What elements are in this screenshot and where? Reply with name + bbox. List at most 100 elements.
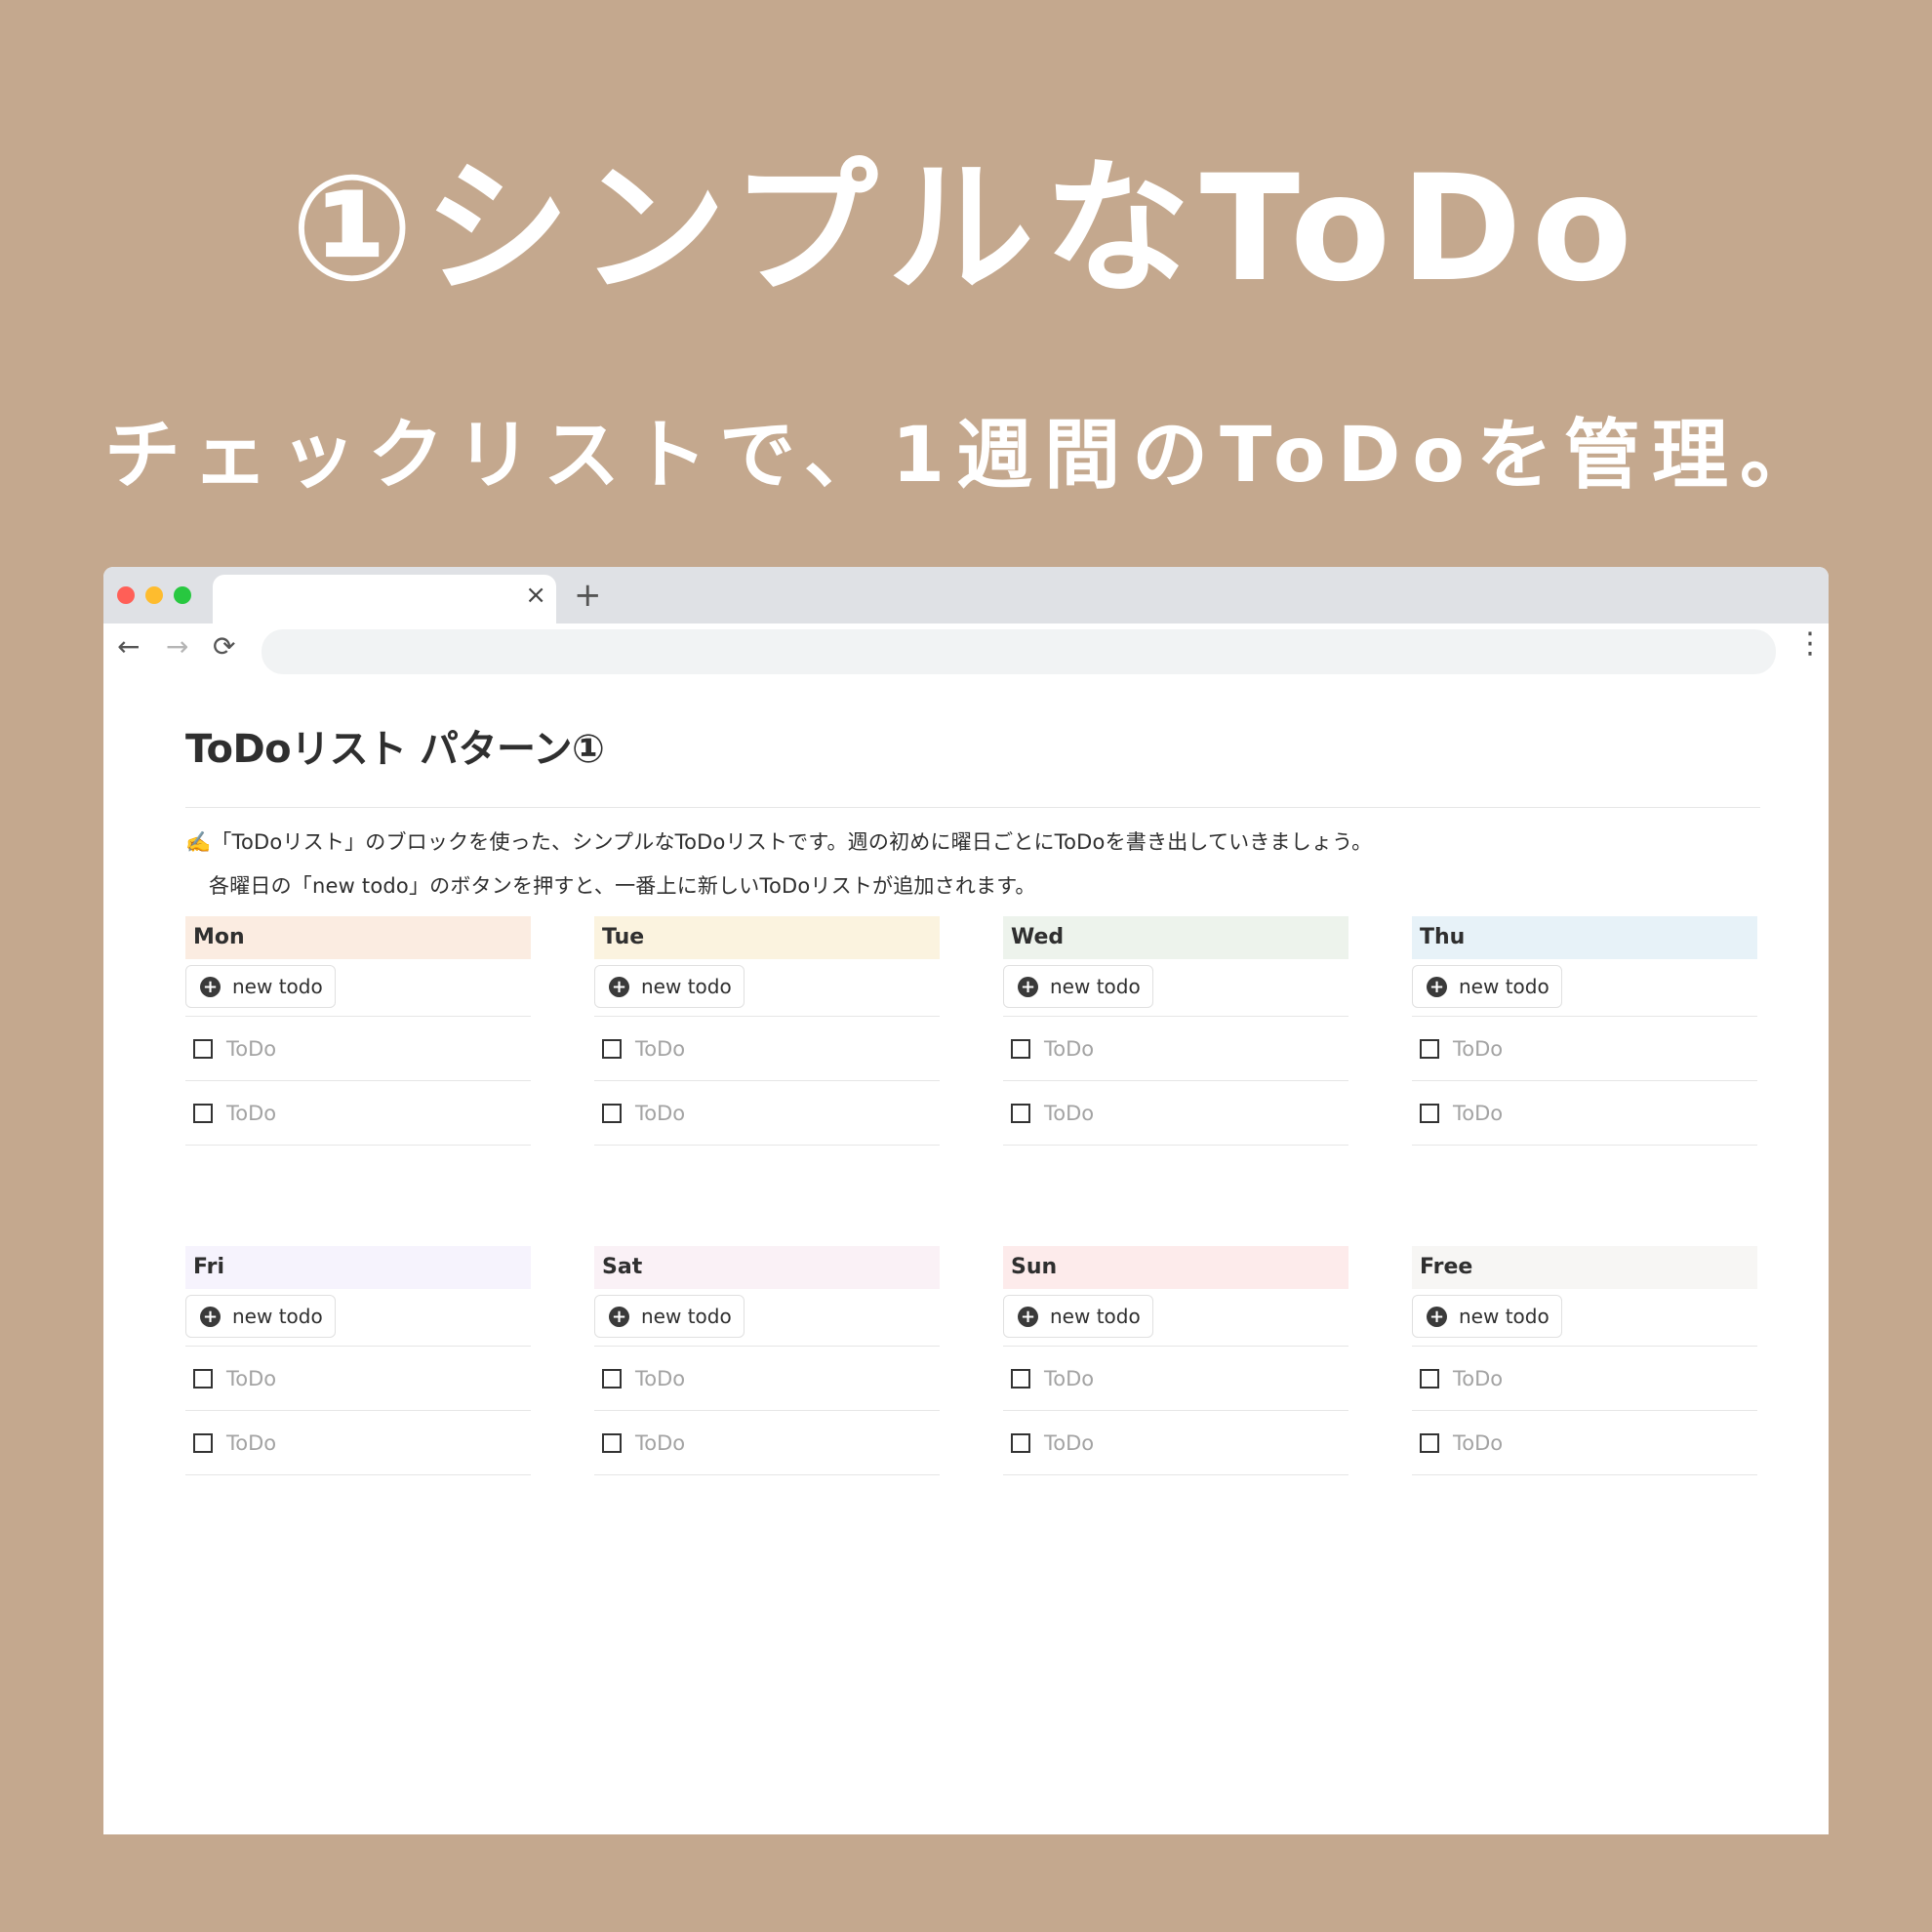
todo-text[interactable]: ToDo <box>635 1102 685 1125</box>
new-todo-label: new todo <box>232 1305 323 1328</box>
todo-text[interactable]: ToDo <box>1044 1367 1094 1390</box>
checkbox[interactable] <box>193 1432 213 1453</box>
todo-text[interactable]: ToDo <box>1453 1431 1503 1455</box>
new-todo-label: new todo <box>1050 975 1141 998</box>
day-column-tue: Tue + new todo ToDo ToDo <box>594 916 940 1146</box>
todo-list: ToDo ToDo <box>594 1017 940 1146</box>
new-todo-button[interactable]: + new todo <box>594 1295 745 1338</box>
todo-item: ToDo <box>594 1347 940 1411</box>
todo-text[interactable]: ToDo <box>226 1037 276 1061</box>
back-arrow-icon[interactable]: ← <box>117 633 140 661</box>
todo-text[interactable]: ToDo <box>226 1367 276 1390</box>
new-todo-button[interactable]: + new todo <box>594 965 745 1008</box>
browser-tab[interactable]: × <box>213 575 556 625</box>
plus-circle-icon: + <box>1018 976 1038 997</box>
todo-item: ToDo <box>1412 1347 1757 1411</box>
checkbox[interactable] <box>193 1038 213 1059</box>
todo-item: ToDo <box>185 1347 531 1411</box>
todo-item: ToDo <box>1412 1017 1757 1081</box>
todo-item: ToDo <box>1003 1411 1348 1475</box>
new-todo-button[interactable]: + new todo <box>1003 1295 1153 1338</box>
todo-item: ToDo <box>594 1017 940 1081</box>
checkbox[interactable] <box>193 1368 213 1389</box>
todo-text[interactable]: ToDo <box>635 1037 685 1061</box>
todo-list: ToDo ToDo <box>185 1347 531 1475</box>
page-title: ToDoリスト パターン① <box>185 727 605 772</box>
todo-text[interactable]: ToDo <box>635 1367 685 1390</box>
checkbox[interactable] <box>1011 1368 1030 1389</box>
todo-list: ToDo ToDo <box>1412 1347 1757 1475</box>
description-line-2: 各曜日の「new todo」のボタンを押すと、一番上に新しいToDoリストが追加… <box>209 874 1036 898</box>
todo-text[interactable]: ToDo <box>1044 1102 1094 1125</box>
day-header-mon: Mon <box>185 916 531 959</box>
checkbox[interactable] <box>1420 1038 1439 1059</box>
checkbox[interactable] <box>193 1103 213 1123</box>
day-header-thu: Thu <box>1412 916 1757 959</box>
todo-list: ToDo ToDo <box>185 1017 531 1146</box>
todo-list: ToDo ToDo <box>1003 1347 1348 1475</box>
checkbox[interactable] <box>602 1368 622 1389</box>
day-column-fri: Fri + new todo ToDo ToDo <box>185 1246 531 1475</box>
todo-text[interactable]: ToDo <box>1044 1431 1094 1455</box>
description-line-1: ✍️「ToDoリスト」のブロックを使った、シンプルなToDoリストです。週の初め… <box>185 830 1373 854</box>
checkbox[interactable] <box>1420 1432 1439 1453</box>
close-icon[interactable]: × <box>525 583 546 608</box>
checkbox[interactable] <box>1011 1432 1030 1453</box>
forward-arrow-icon[interactable]: → <box>166 633 188 661</box>
checkbox[interactable] <box>1011 1103 1030 1123</box>
checkbox[interactable] <box>1011 1038 1030 1059</box>
day-header-wed: Wed <box>1003 916 1348 959</box>
day-column-sat: Sat + new todo ToDo ToDo <box>594 1246 940 1475</box>
new-todo-button[interactable]: + new todo <box>185 1295 336 1338</box>
browser-window: × + ← → ⟳ ⋮ ToDoリスト パターン① ✍️「ToDoリスト」のブロ… <box>103 567 1829 1834</box>
new-todo-label: new todo <box>1050 1305 1141 1328</box>
day-header-sat: Sat <box>594 1246 940 1289</box>
new-todo-button[interactable]: + new todo <box>185 965 336 1008</box>
headline: ①シンプルなToDo <box>290 144 1642 314</box>
new-tab-icon[interactable]: + <box>574 579 602 612</box>
address-bar[interactable] <box>262 629 1776 674</box>
new-todo-button[interactable]: + new todo <box>1412 1295 1562 1338</box>
todo-text[interactable]: ToDo <box>1453 1102 1503 1125</box>
new-todo-label: new todo <box>641 975 732 998</box>
new-todo-label: new todo <box>1459 1305 1550 1328</box>
todo-list: ToDo ToDo <box>1003 1017 1348 1146</box>
menu-dots-icon[interactable]: ⋮ <box>1795 629 1825 659</box>
todo-text[interactable]: ToDo <box>1453 1367 1503 1390</box>
todo-item: ToDo <box>1412 1411 1757 1475</box>
todo-text[interactable]: ToDo <box>226 1102 276 1125</box>
reload-icon[interactable]: ⟳ <box>213 633 235 661</box>
todo-item: ToDo <box>594 1081 940 1146</box>
day-header-tue: Tue <box>594 916 940 959</box>
checkbox[interactable] <box>1420 1368 1439 1389</box>
todo-text[interactable]: ToDo <box>1044 1037 1094 1061</box>
minimize-window-light[interactable] <box>145 586 163 604</box>
maximize-window-light[interactable] <box>174 586 191 604</box>
day-column-sun: Sun + new todo ToDo ToDo <box>1003 1246 1348 1475</box>
browser-toolbar: ← → ⟳ ⋮ <box>103 624 1829 682</box>
todo-list: ToDo ToDo <box>594 1347 940 1475</box>
todo-text[interactable]: ToDo <box>226 1431 276 1455</box>
todo-text[interactable]: ToDo <box>635 1431 685 1455</box>
day-column-free: Free + new todo ToDo ToDo <box>1412 1246 1757 1475</box>
close-window-light[interactable] <box>117 586 135 604</box>
checkbox[interactable] <box>602 1038 622 1059</box>
checkbox[interactable] <box>602 1103 622 1123</box>
day-header-fri: Fri <box>185 1246 531 1289</box>
todo-item: ToDo <box>185 1081 531 1146</box>
day-column-mon: Mon + new todo ToDo ToDo <box>185 916 531 1146</box>
day-column-thu: Thu + new todo ToDo ToDo <box>1412 916 1757 1146</box>
plus-circle-icon: + <box>1427 976 1447 997</box>
plus-circle-icon: + <box>200 976 221 997</box>
new-todo-label: new todo <box>641 1305 732 1328</box>
new-todo-button[interactable]: + new todo <box>1003 965 1153 1008</box>
day-header-sun: Sun <box>1003 1246 1348 1289</box>
todo-text[interactable]: ToDo <box>1453 1037 1503 1061</box>
checkbox[interactable] <box>602 1432 622 1453</box>
todo-item: ToDo <box>594 1411 940 1475</box>
checkbox[interactable] <box>1420 1103 1439 1123</box>
todo-item: ToDo <box>1003 1347 1348 1411</box>
todo-item: ToDo <box>185 1411 531 1475</box>
new-todo-button[interactable]: + new todo <box>1412 965 1562 1008</box>
tab-bar: × + <box>103 567 1829 625</box>
